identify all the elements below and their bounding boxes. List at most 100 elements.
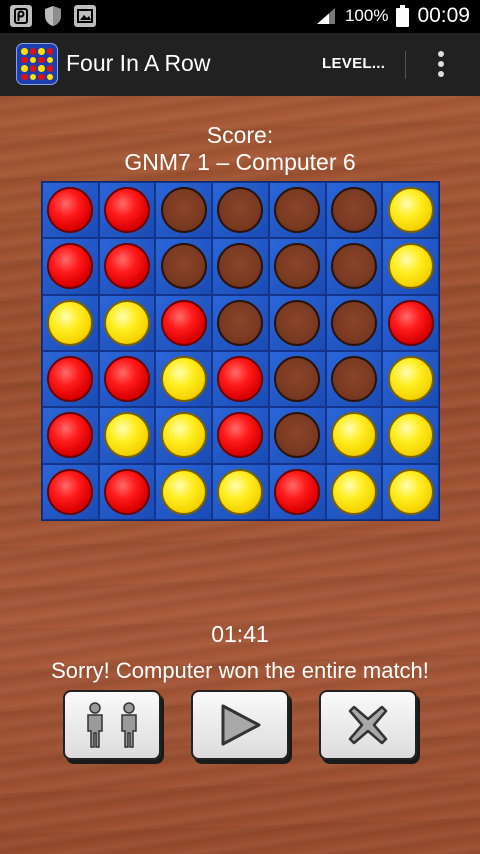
board-cell[interactable] — [382, 463, 439, 520]
red-disc — [104, 187, 151, 234]
app-bar: Four In A Row LEVEL... — [0, 33, 480, 96]
board-cell[interactable] — [382, 407, 439, 464]
board-cell[interactable] — [268, 294, 326, 351]
yellow-disc — [387, 356, 434, 403]
red-disc — [47, 356, 94, 403]
board-cell[interactable] — [325, 407, 383, 464]
red-disc — [217, 356, 264, 403]
board-cell[interactable] — [212, 238, 269, 295]
level-button[interactable]: LEVEL... — [322, 55, 385, 72]
image-icon — [74, 5, 96, 27]
board-cell[interactable] — [212, 294, 269, 351]
score-value: GNM7 1 – Computer 6 — [124, 149, 356, 175]
yellow-disc — [104, 299, 151, 346]
red-disc — [217, 412, 264, 459]
notification-p-icon — [10, 5, 32, 27]
yellow-disc — [160, 412, 207, 459]
empty-slot — [217, 243, 264, 290]
board-cell[interactable] — [212, 182, 269, 239]
empty-slot — [274, 356, 321, 403]
close-icon — [348, 705, 388, 745]
red-disc — [387, 299, 434, 346]
two-players-icon — [87, 702, 137, 748]
game-board[interactable] — [41, 181, 440, 521]
empty-slot — [274, 412, 321, 459]
board-cell[interactable] — [325, 463, 383, 520]
empty-slot — [330, 299, 377, 346]
board-cell[interactable] — [212, 463, 269, 520]
yellow-disc — [160, 356, 207, 403]
empty-slot — [160, 187, 207, 234]
yellow-disc — [387, 468, 434, 515]
board-cell[interactable] — [155, 182, 213, 239]
app-logo-icon[interactable] — [16, 43, 58, 85]
empty-slot — [274, 243, 321, 290]
board-cell[interactable] — [98, 182, 156, 239]
app-title: Four In A Row — [66, 50, 211, 76]
board-cell[interactable] — [98, 407, 156, 464]
result-message: Sorry! Computer won the entire match! — [51, 658, 429, 683]
yellow-disc — [217, 468, 264, 515]
board-cell[interactable] — [325, 350, 383, 408]
yellow-disc — [330, 468, 377, 515]
yellow-disc — [387, 243, 434, 290]
board-cell[interactable] — [268, 182, 326, 239]
signal-icon — [316, 8, 335, 24]
board-cell[interactable] — [268, 463, 326, 520]
board-cell[interactable] — [325, 182, 383, 239]
board-cell[interactable] — [382, 350, 439, 408]
board-cell[interactable] — [98, 294, 156, 351]
board-cell[interactable] — [212, 350, 269, 408]
empty-slot — [330, 243, 377, 290]
status-bar: 100% 00:09 — [0, 0, 480, 33]
app-bar-divider — [405, 51, 406, 79]
board-cell[interactable] — [42, 463, 99, 520]
red-disc — [47, 412, 94, 459]
red-disc — [47, 243, 94, 290]
empty-slot — [217, 187, 264, 234]
system-status: 100% 00:09 — [315, 4, 470, 28]
board-cell[interactable] — [268, 238, 326, 295]
two-players-button[interactable] — [63, 690, 161, 760]
board-cell[interactable] — [42, 294, 99, 351]
board-cell[interactable] — [268, 407, 326, 464]
board-cell[interactable] — [382, 238, 439, 295]
yellow-disc — [330, 412, 377, 459]
board-cell[interactable] — [382, 182, 439, 239]
red-disc — [160, 299, 207, 346]
board-cell[interactable] — [155, 238, 213, 295]
battery-icon — [396, 5, 410, 27]
overflow-menu-icon[interactable] — [436, 51, 446, 81]
play-button[interactable] — [191, 690, 289, 760]
notification-icons — [10, 5, 96, 27]
quit-button[interactable] — [319, 690, 417, 760]
board-cell[interactable] — [325, 238, 383, 295]
board-cell[interactable] — [155, 463, 213, 520]
empty-slot — [217, 299, 264, 346]
yellow-disc — [160, 468, 207, 515]
red-disc — [104, 243, 151, 290]
board-cell[interactable] — [98, 238, 156, 295]
board-cell[interactable] — [155, 350, 213, 408]
red-disc — [104, 356, 151, 403]
board-cell[interactable] — [382, 294, 439, 351]
board-cell[interactable] — [212, 407, 269, 464]
empty-slot — [330, 187, 377, 234]
board-cell[interactable] — [268, 350, 326, 408]
yellow-disc — [104, 412, 151, 459]
board-cell[interactable] — [98, 350, 156, 408]
board-cell[interactable] — [42, 350, 99, 408]
empty-slot — [274, 299, 321, 346]
play-icon — [221, 704, 261, 746]
board-cell[interactable] — [42, 182, 99, 239]
board-cell[interactable] — [155, 294, 213, 351]
red-disc — [47, 468, 94, 515]
board-cell[interactable] — [42, 238, 99, 295]
yellow-disc — [387, 412, 434, 459]
board-cell[interactable] — [155, 407, 213, 464]
board-cell[interactable] — [98, 463, 156, 520]
board-cell[interactable] — [325, 294, 383, 351]
board-cell[interactable] — [42, 407, 99, 464]
yellow-disc — [47, 299, 94, 346]
red-disc — [104, 468, 151, 515]
